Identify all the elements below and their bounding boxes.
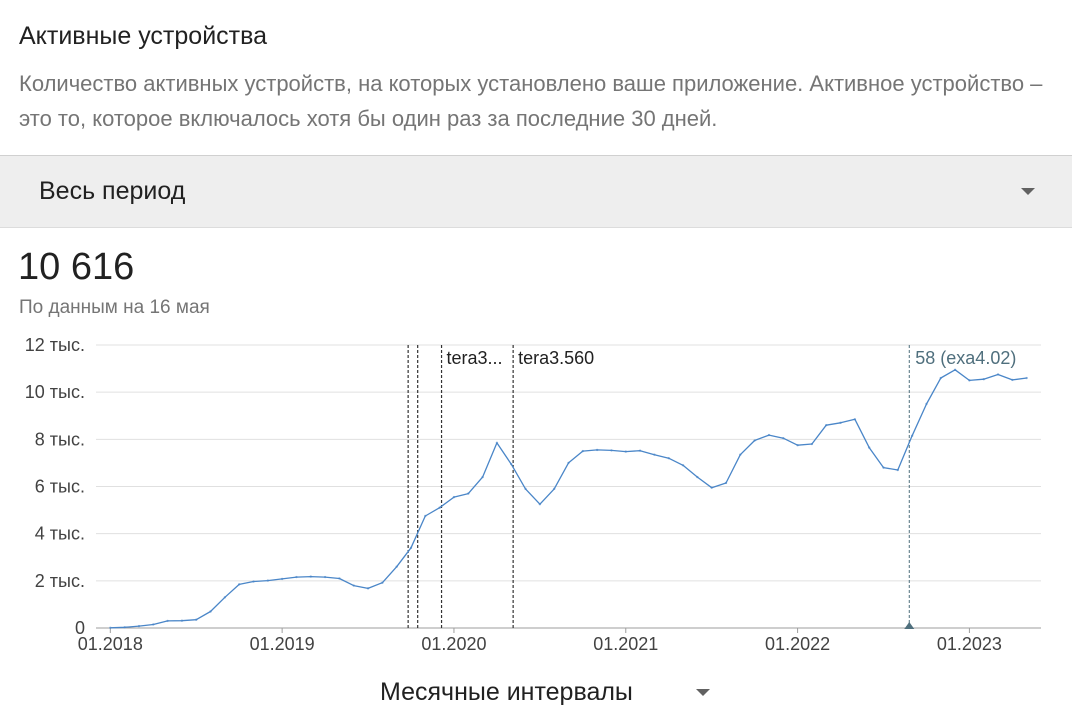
y-tick-label: 6 тыс. [35, 477, 85, 497]
y-tick-label: 8 тыс. [35, 429, 85, 449]
data-point [982, 377, 985, 381]
data-point [696, 475, 699, 479]
y-tick-label: 10 тыс. [25, 382, 85, 402]
series-line [110, 369, 1027, 629]
data-point [424, 514, 427, 518]
data-point [495, 441, 499, 445]
data-point [409, 546, 413, 550]
data-point [853, 418, 857, 421]
data-point [667, 457, 670, 460]
data-point [939, 376, 942, 380]
data-point [767, 433, 771, 437]
data-point [352, 584, 355, 587]
data-point [481, 475, 484, 479]
data-point [552, 487, 556, 491]
data-point [166, 619, 169, 623]
data-point [395, 565, 398, 568]
data-point [137, 624, 141, 628]
data-point [910, 434, 914, 437]
data-point [338, 577, 341, 580]
data-point [467, 492, 470, 495]
x-tick-label: 01.2019 [250, 634, 315, 654]
interval-dropdown[interactable]: Месячные интервалы [380, 676, 720, 716]
y-tick-label: 4 тыс. [35, 524, 85, 544]
data-point [195, 618, 198, 621]
data-point [1025, 376, 1028, 380]
x-tick-label: 01.2018 [78, 634, 143, 654]
x-tick-label: 01.2020 [421, 634, 486, 654]
card-description: Количество активных устройств, на которы… [19, 71, 1043, 131]
active-devices-chart: 02 тыс.4 тыс.6 тыс.8 тыс.10 тыс.12 тыс.0… [25, 335, 1041, 654]
data-point [653, 453, 656, 456]
metric-value: 10 616 [18, 246, 135, 288]
data-point [109, 626, 112, 629]
data-point [295, 575, 298, 579]
data-point [510, 462, 513, 466]
data-point [223, 596, 227, 599]
data-point [366, 587, 370, 590]
data-point [209, 610, 212, 613]
data-point [867, 446, 871, 449]
x-tick-label: 01.2023 [937, 634, 1002, 654]
annotation-label: tera3... [447, 348, 503, 368]
data-point [567, 461, 570, 465]
x-tick-label: 01.2022 [765, 634, 830, 654]
data-point [624, 450, 627, 453]
data-point [538, 502, 542, 506]
data-point [438, 506, 441, 509]
data-point [152, 623, 155, 626]
data-point [280, 577, 284, 581]
data-point [896, 468, 900, 472]
data-point [739, 453, 742, 456]
chevron-down-icon [1021, 188, 1035, 195]
data-point [710, 486, 713, 489]
data-point [1011, 378, 1014, 382]
data-point [796, 444, 799, 447]
data-point [782, 436, 785, 440]
annotation-marker-icon [904, 622, 915, 629]
data-point [237, 583, 241, 586]
period-dropdown-label: Весь период [39, 177, 186, 205]
annotation-label: tera3.560 [518, 348, 594, 368]
card-title: Активные устройства [19, 22, 268, 50]
interval-dropdown-label: Месячные интервалы [380, 678, 633, 706]
data-point [996, 373, 1000, 376]
data-point [581, 449, 585, 453]
data-point [753, 439, 756, 442]
data-point [953, 368, 957, 371]
data-point [252, 580, 255, 583]
data-point [180, 619, 184, 622]
data-point [524, 487, 527, 491]
data-point [968, 379, 971, 382]
data-point [882, 466, 885, 469]
period-dropdown[interactable]: Весь период [0, 155, 1072, 228]
x-tick-label: 01.2021 [593, 634, 658, 654]
data-point [381, 581, 384, 584]
data-point [123, 626, 126, 629]
data-point [452, 495, 456, 499]
data-point [825, 423, 828, 427]
data-point [925, 402, 928, 406]
data-point [595, 448, 599, 452]
data-point [839, 421, 842, 425]
data-point [681, 464, 685, 467]
data-point [724, 481, 728, 485]
annotation-label: 58 (exa4.02) [915, 348, 1016, 368]
data-point [266, 579, 270, 582]
chevron-down-icon [696, 689, 710, 696]
card-header: Активные устройства Количество активных … [0, 0, 1072, 155]
data-point [309, 575, 312, 578]
data-point [810, 442, 814, 446]
data-point [323, 575, 327, 579]
metric-as-of: По данным на 16 мая [19, 297, 210, 318]
y-tick-label: 2 тыс. [35, 571, 85, 591]
data-point [638, 449, 642, 452]
y-tick-label: 12 тыс. [25, 335, 85, 355]
data-point [610, 449, 613, 452]
